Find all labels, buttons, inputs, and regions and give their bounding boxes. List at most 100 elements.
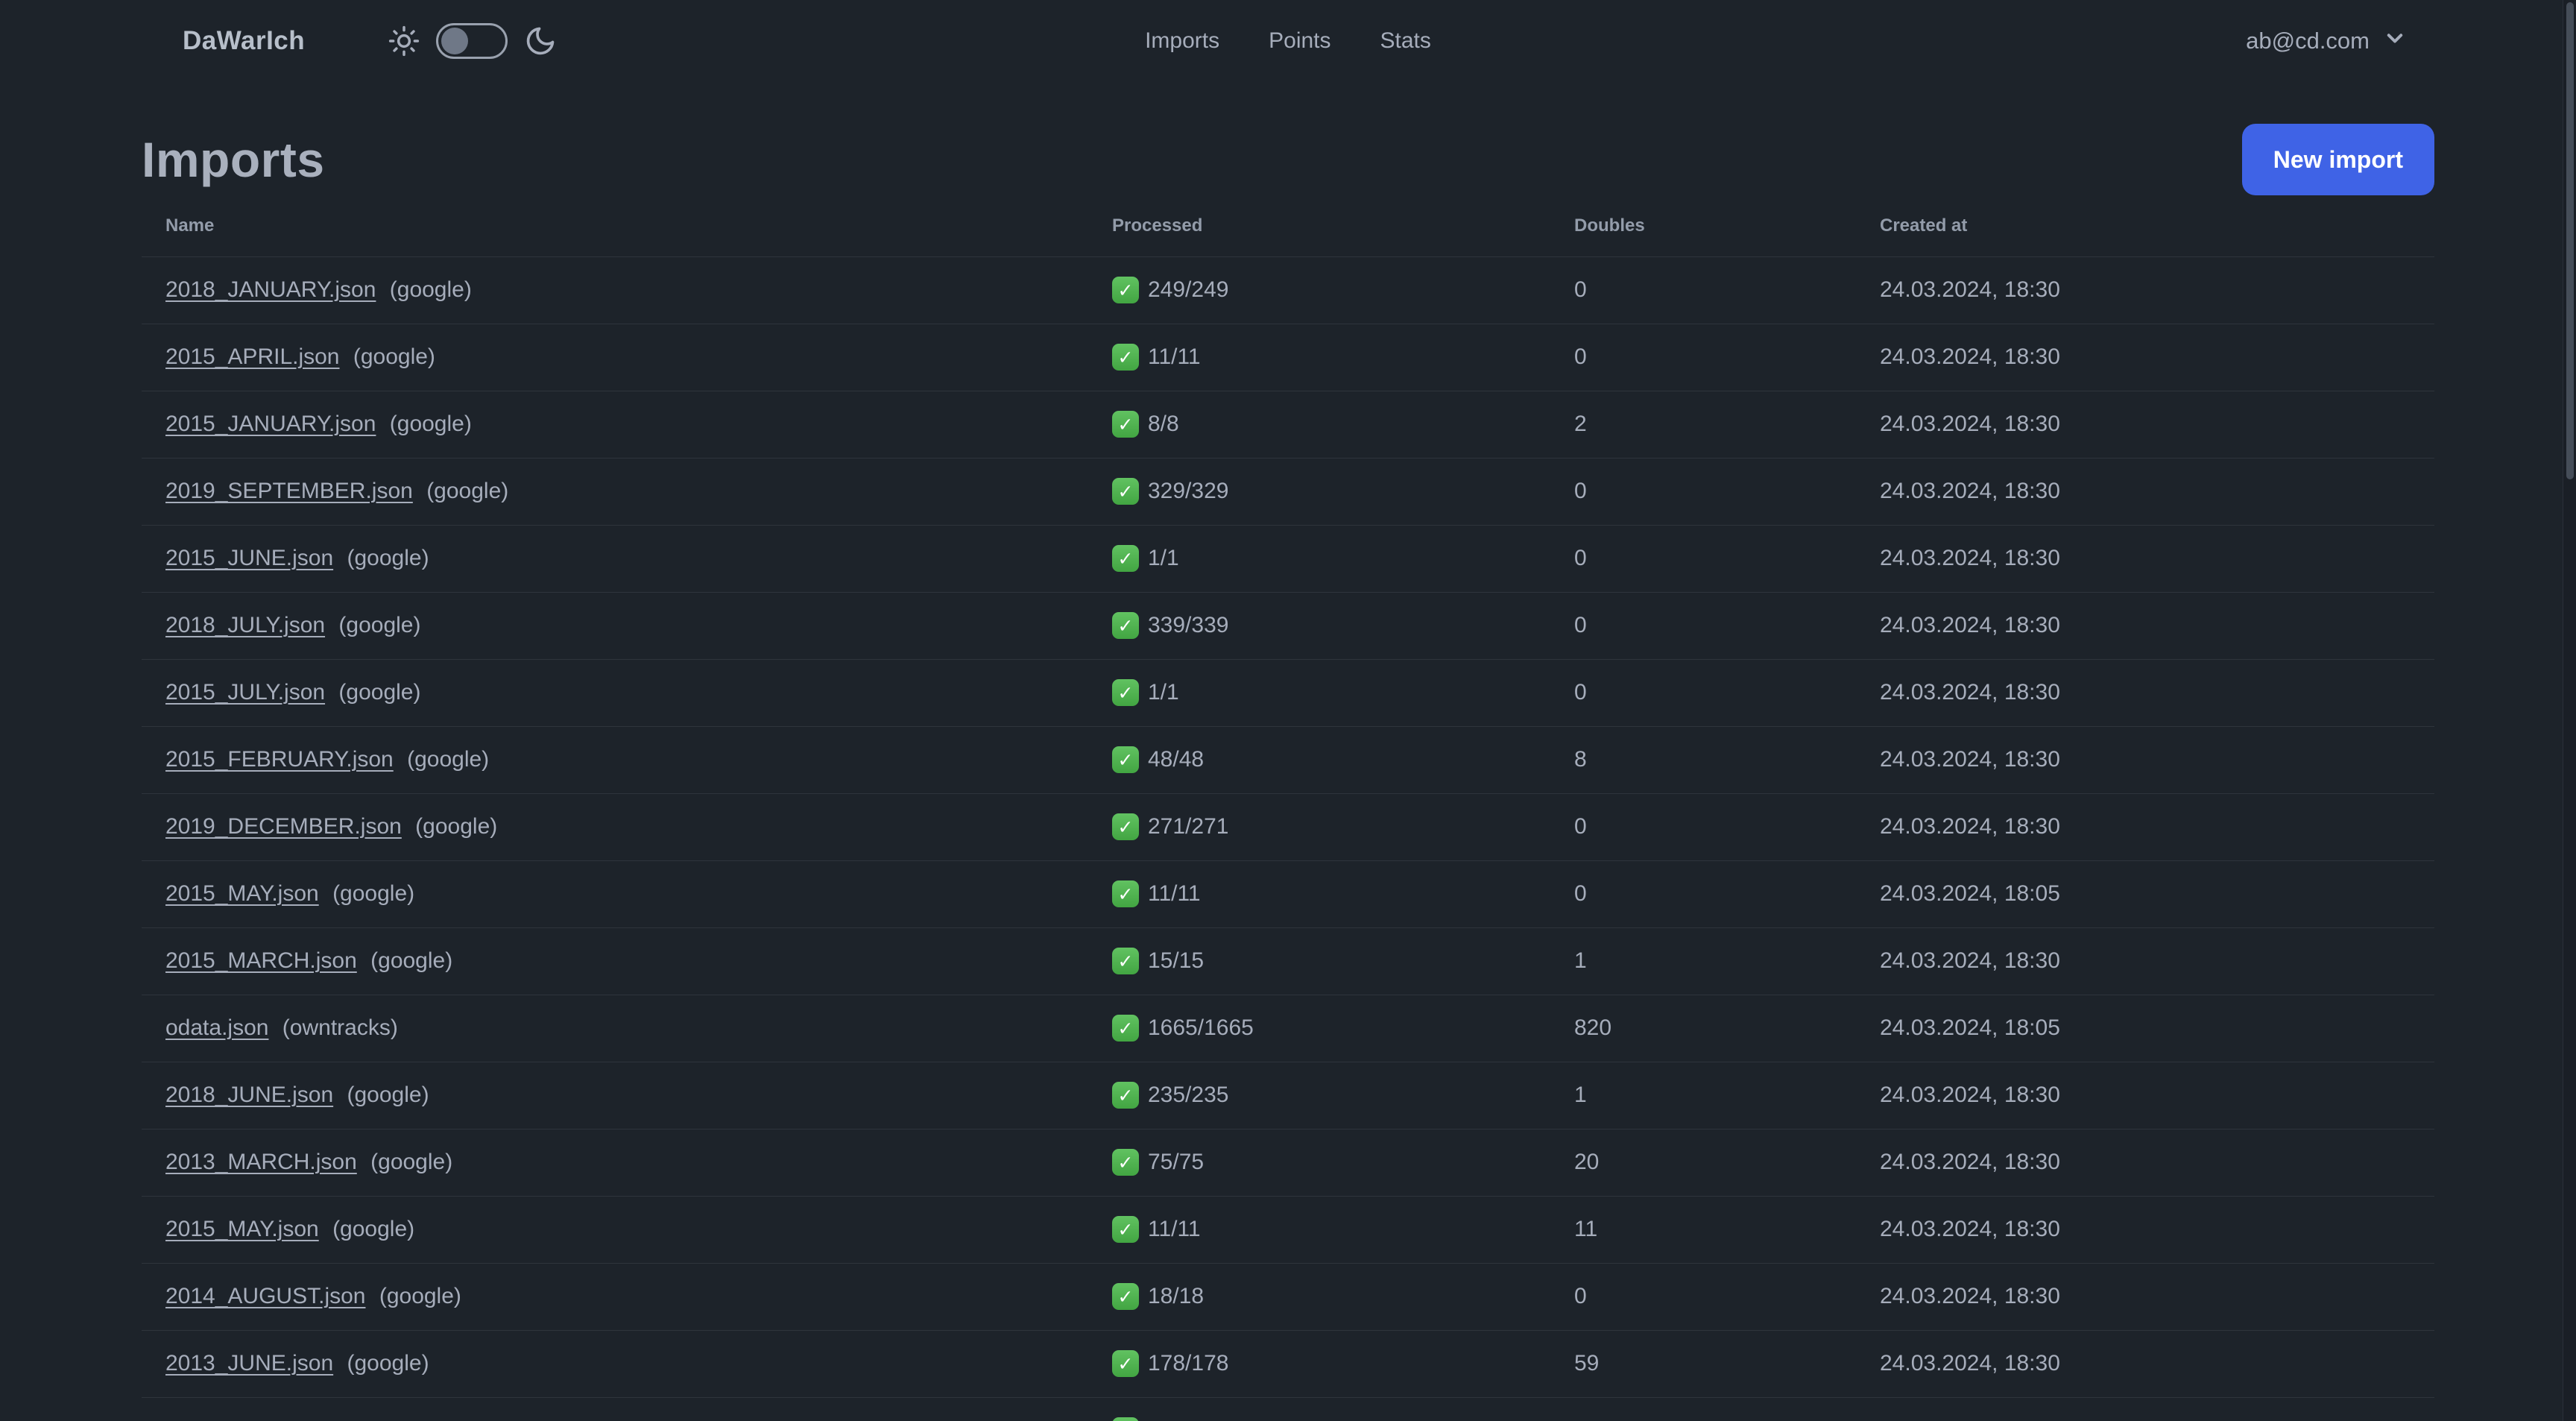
header-processed: Processed (1112, 215, 1203, 236)
doubles-cell: 0 (1550, 323, 1856, 391)
sun-icon (388, 25, 420, 57)
check-icon: ✓ (1112, 612, 1139, 639)
processed-count: 1/1 (1148, 680, 1179, 705)
import-file-link[interactable]: 2019_DECEMBER.json (165, 814, 402, 839)
processed-cell: ✓ 11/11 (1088, 1195, 1550, 1263)
name-cell: 2013_MARCH.json (google) (142, 1128, 1088, 1196)
theme-switch-knob (441, 28, 469, 54)
import-file-link[interactable]: 2018_JUNE.json (165, 1083, 333, 1107)
import-file-link[interactable]: 2013_JUNE.json (165, 1351, 333, 1376)
processed-cell: ✓ 235/235 (1088, 1061, 1550, 1129)
import-file-link[interactable]: 2015_MARCH.json (165, 948, 357, 973)
created-at-cell: 24.03.2024, 18:30 (1856, 457, 2434, 525)
table-row: 2015_APRIL.json (google) ✓ 11/11 0 24.03… (142, 323, 2434, 391)
table-row: 2015_FEBRUARY.json (google) ✓ 48/48 8 24… (142, 725, 2434, 793)
processed-cell: ✓ 1/1 (1088, 524, 1550, 592)
name-cell: 2015_JANUARY.json (google) (142, 390, 1088, 458)
theme-toggle (388, 23, 557, 59)
import-file-link[interactable]: 2018_JULY.json (165, 613, 325, 637)
nav-link-imports[interactable]: Imports (1145, 28, 1219, 54)
import-file-link[interactable]: 2018_JANUARY.json (165, 277, 376, 302)
import-source: (google) (370, 948, 453, 973)
doubles-cell: 0 (1550, 1262, 1856, 1330)
import-file-link[interactable]: 2014_AUGUST.json (165, 1284, 365, 1308)
table-row: 2014_AUGUST.json (google) ✓ 18/18 0 24.0… (142, 1262, 2434, 1330)
created-at-cell: 24.03.2024, 18:30 (1856, 725, 2434, 793)
doubles-cell: 0 (1550, 256, 1856, 324)
import-source: (google) (332, 881, 415, 906)
imports-table: Name Processed Doubles Created at 2018_J… (142, 195, 2434, 1421)
doubles-cell: 8 (1550, 725, 1856, 793)
app-logo[interactable]: DaWarIch (183, 26, 305, 56)
processed-cell: ✓ 48/48 (1088, 725, 1550, 793)
import-file-link[interactable]: 2015_JULY.json (165, 680, 325, 705)
doubles-cell: 20 (1550, 1128, 1856, 1196)
doubles-cell: 11 (1550, 1195, 1856, 1263)
import-file-link[interactable]: 2013_MARCH.json (165, 1150, 357, 1174)
theme-switch[interactable] (436, 23, 508, 59)
import-source: (google) (347, 1083, 429, 1107)
doubles-cell: 0 (1550, 591, 1856, 659)
table-row: 2018_JUNE.json (google) ✓ 235/235 1 24.0… (142, 1061, 2434, 1129)
processed-cell: ✓ 18/18 (1088, 1262, 1550, 1330)
processed-cell: ✓ 178/178 (1088, 1329, 1550, 1397)
table-row: odata.json (owntracks) ✓ 1665/1665 820 2… (142, 994, 2434, 1062)
name-cell: 2015_MAY.json (google) (142, 1195, 1088, 1263)
import-source: (google) (338, 613, 421, 637)
processed-cell: ✓ 11/11 (1088, 323, 1550, 391)
import-source: (google) (415, 814, 498, 839)
nav-links: Imports Points Stats (1145, 28, 1431, 54)
check-icon: ✓ (1112, 478, 1139, 505)
processed-count: 235/235 (1148, 1083, 1229, 1107)
chevron-down-icon (2381, 25, 2408, 57)
header-created-at: Created at (1880, 215, 1968, 236)
processed-cell: ✓ 1665/1665 (1088, 994, 1550, 1062)
processed-cell: ✓ 339/339 (1088, 591, 1550, 659)
processed-cell: ✓ 329/329 (1088, 457, 1550, 525)
nav-link-stats[interactable]: Stats (1380, 28, 1431, 54)
created-at-cell: 24.03.2024, 18:30 (1856, 323, 2434, 391)
scrollbar-thumb[interactable] (2566, 2, 2574, 479)
name-cell: 2015_JULY.json (google) (142, 658, 1088, 726)
user-menu[interactable]: ab@cd.com (2246, 25, 2408, 57)
created-at-cell: 24.03.2024, 18:30 (1856, 256, 2434, 324)
check-icon: ✓ (1112, 1283, 1139, 1310)
created-at-cell: 24.03.2024, 18:30 (1856, 658, 2434, 726)
processed-count: 11/11 (1148, 1217, 1201, 1241)
processed-count: 11/11 (1148, 881, 1201, 906)
name-cell: odata.json (owntracks) (142, 994, 1088, 1062)
page-head: Imports New import (142, 124, 2434, 195)
table-row: 2015_JUNE.json (google) ✓ 1/1 0 24.03.20… (142, 524, 2434, 592)
import-file-link[interactable]: 2015_MAY.json (165, 1217, 319, 1241)
header-name: Name (165, 215, 215, 236)
doubles-cell (1550, 1396, 1856, 1421)
import-file-link[interactable]: 2015_JUNE.json (165, 546, 333, 570)
import-file-link[interactable]: odata.json (165, 1015, 268, 1040)
processed-count: 249/249 (1148, 277, 1229, 302)
name-cell: 2015_FEBRUARY.json (google) (142, 725, 1088, 793)
doubles-cell: 0 (1550, 524, 1856, 592)
processed-cell: ✓ 271/271 (1088, 793, 1550, 860)
check-icon: ✓ (1112, 1149, 1139, 1176)
check-icon: ✓ (1112, 1417, 1139, 1421)
import-file-link[interactable]: 2019_SEPTEMBER.json (165, 479, 413, 503)
nav-link-points[interactable]: Points (1269, 28, 1330, 54)
import-source: (google) (370, 1150, 453, 1174)
name-cell: 2014_AUGUST.json (google) (142, 1262, 1088, 1330)
import-file-link[interactable]: 2015_FEBRUARY.json (165, 747, 394, 772)
created-at-cell: 24.03.2024, 18:30 (1856, 591, 2434, 659)
import-file-link[interactable]: 2015_JANUARY.json (165, 412, 376, 436)
created-at-cell: 24.03.2024, 18:30 (1856, 1195, 2434, 1263)
name-cell: 2018_JUNE.json (google) (142, 1061, 1088, 1129)
import-source: (google) (389, 412, 472, 436)
import-file-link[interactable]: 2015_MAY.json (165, 881, 319, 906)
check-icon: ✓ (1112, 344, 1139, 371)
new-import-button[interactable]: New import (2241, 124, 2434, 195)
table-row: 2019_SEPTEMBER.json (google) ✓ 329/329 0… (142, 457, 2434, 525)
processed-count: 178/178 (1148, 1351, 1229, 1376)
import-file-link[interactable]: 2015_APRIL.json (165, 344, 340, 369)
processed-count: 8/8 (1148, 412, 1179, 436)
processed-count: 15/15 (1148, 948, 1205, 973)
name-cell: 2015_JUNE.json (google) (142, 524, 1088, 592)
table-row: 2013_MARCH.json (google) ✓ 75/75 20 24.0… (142, 1128, 2434, 1196)
